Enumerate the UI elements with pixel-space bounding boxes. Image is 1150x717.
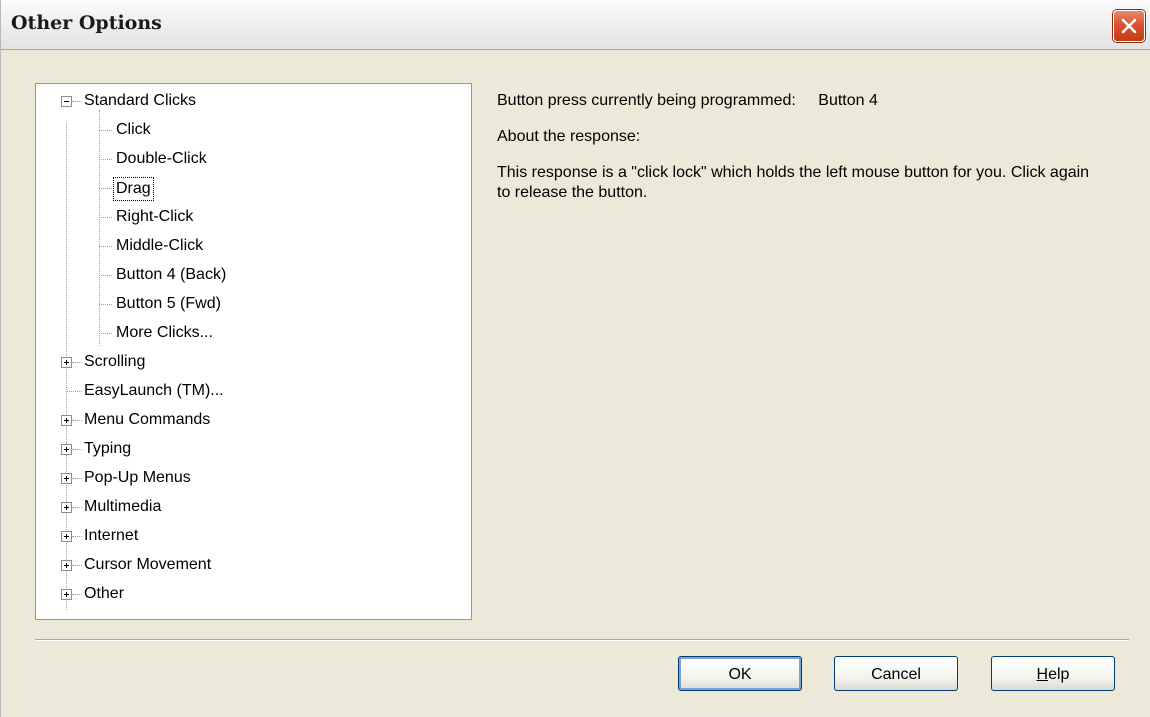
tree-child-line bbox=[99, 110, 100, 346]
tree-item-label: Menu Commands bbox=[84, 411, 211, 428]
options-tree[interactable]: Standard Clicks Click Double-Click Drag … bbox=[35, 83, 472, 620]
tree-item-label: Multimedia bbox=[84, 498, 162, 515]
tree-connector bbox=[99, 304, 112, 305]
close-icon bbox=[1121, 18, 1137, 34]
programmed-value: Button 4 bbox=[818, 92, 878, 109]
tree-item-label: Internet bbox=[84, 527, 139, 544]
window-title: Other Options bbox=[11, 12, 162, 34]
tree-item-label: Typing bbox=[84, 440, 132, 457]
tree-item-label: Scrolling bbox=[84, 353, 146, 370]
tree-connector bbox=[72, 478, 82, 479]
programmed-label: Button press currently being programmed: bbox=[497, 92, 796, 109]
tree-item-label: Cursor Movement bbox=[84, 556, 212, 573]
tree-item-label: Button 5 (Fwd) bbox=[116, 295, 221, 312]
tree-item-label: Click bbox=[116, 121, 151, 138]
tree-item-label: Button 4 (Back) bbox=[116, 266, 227, 283]
tree-connector bbox=[72, 536, 82, 537]
tree-connector bbox=[99, 217, 112, 218]
tree-connector bbox=[72, 420, 82, 421]
tree-connector bbox=[72, 594, 82, 595]
tree-item-label: EasyLaunch (TM)... bbox=[84, 382, 224, 399]
tree-connector bbox=[72, 565, 82, 566]
tree-connector bbox=[72, 507, 82, 508]
plus-icon[interactable] bbox=[61, 473, 72, 484]
plus-icon[interactable] bbox=[61, 589, 72, 600]
tree-connector bbox=[67, 391, 82, 392]
tree-connector bbox=[72, 101, 82, 102]
plus-icon[interactable] bbox=[61, 415, 72, 426]
dialog-window: Other Options Standard Clicks Click Doub… bbox=[0, 0, 1150, 717]
minus-icon[interactable] bbox=[61, 96, 72, 107]
response-description: This response is a "click lock" which ho… bbox=[497, 164, 1090, 201]
help-label-rest: elp bbox=[1048, 666, 1070, 683]
about-heading: About the response: bbox=[497, 128, 641, 145]
close-button[interactable] bbox=[1113, 10, 1145, 42]
tree-connector bbox=[99, 246, 112, 247]
tree-connector bbox=[99, 275, 112, 276]
plus-icon[interactable] bbox=[61, 502, 72, 513]
tree-connector bbox=[99, 130, 112, 131]
tree-item-label: Pop-Up Menus bbox=[84, 469, 191, 486]
tree-item-label: Right-Click bbox=[116, 208, 194, 225]
plus-icon[interactable] bbox=[61, 357, 72, 368]
tree-item-label: Standard Clicks bbox=[84, 92, 197, 109]
tree-item-label: Double-Click bbox=[116, 150, 207, 167]
plus-icon[interactable] bbox=[61, 444, 72, 455]
tree-item-label: Other bbox=[84, 585, 125, 602]
plus-icon[interactable] bbox=[61, 560, 72, 571]
ok-button[interactable]: OK bbox=[678, 656, 802, 691]
tree-item-label-selected: Drag bbox=[113, 177, 154, 201]
plus-icon[interactable] bbox=[61, 531, 72, 542]
divider bbox=[35, 639, 1129, 641]
title-bar[interactable]: Other Options bbox=[1, 0, 1150, 50]
tree-connector bbox=[99, 188, 112, 189]
programmed-row: Button press currently being programmed:… bbox=[497, 91, 878, 111]
tree-connector bbox=[72, 449, 82, 450]
help-mnemonic: H bbox=[1036, 666, 1049, 683]
tree-connector bbox=[99, 159, 112, 160]
tree-connector bbox=[99, 333, 112, 334]
dialog-content: Standard Clicks Click Double-Click Drag … bbox=[1, 50, 1150, 717]
tree-item-label: More Clicks... bbox=[116, 324, 213, 341]
cancel-button[interactable]: Cancel bbox=[834, 656, 958, 691]
tree-item-label: Middle-Click bbox=[116, 237, 204, 254]
help-button[interactable]: Help bbox=[991, 656, 1115, 691]
tree-connector bbox=[72, 362, 82, 363]
